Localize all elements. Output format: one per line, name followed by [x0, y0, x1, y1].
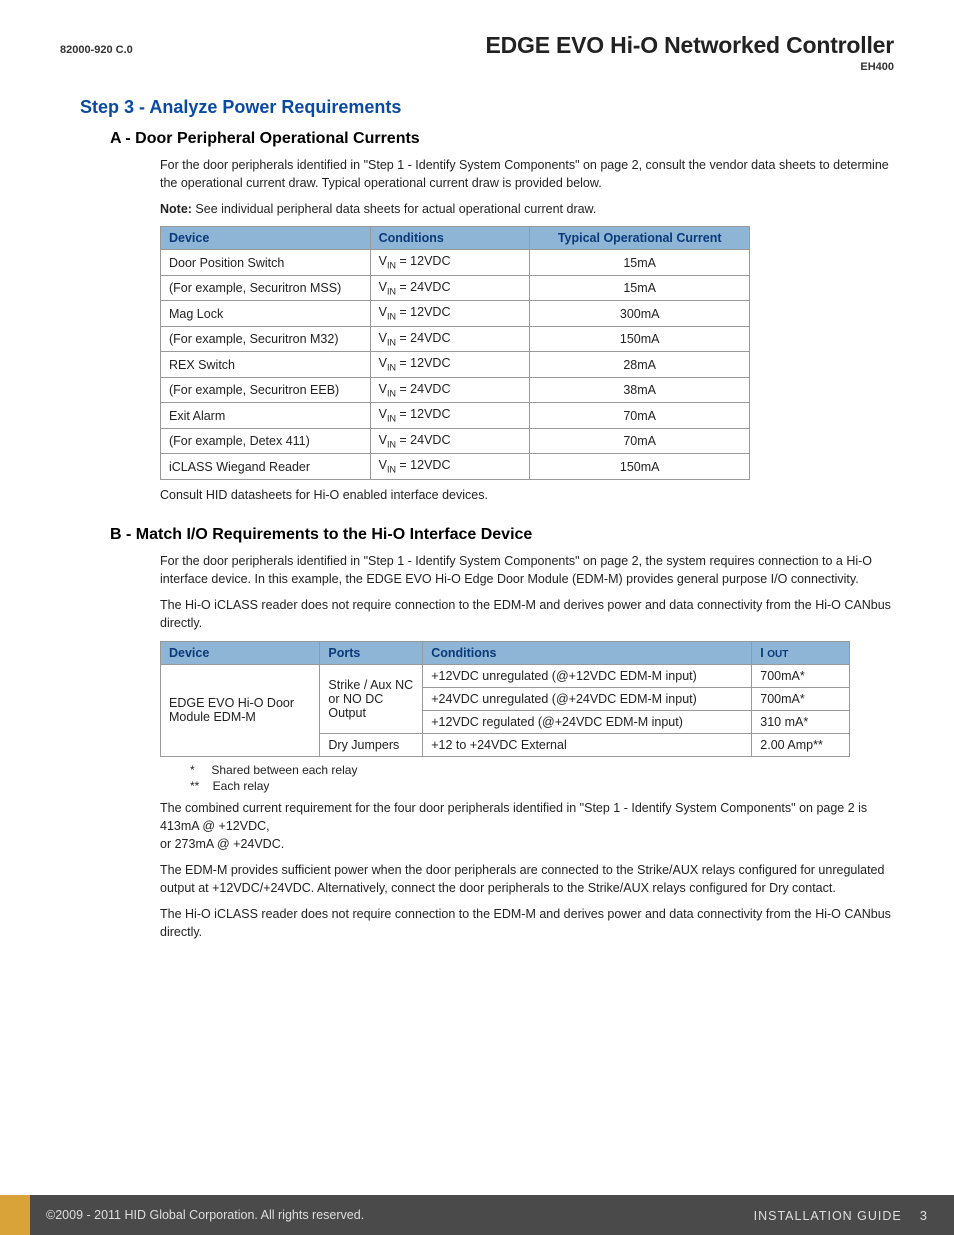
- step-heading: Step 3 - Analyze Power Requirements: [80, 97, 894, 118]
- table-a-h3: Typical Operational Current: [530, 227, 750, 250]
- table-a-condition: VIN = 24VDC: [370, 377, 530, 403]
- header-row: 82000-920 C.0 EDGE EVO Hi-O Networked Co…: [60, 32, 894, 59]
- section-a-after: Consult HID datasheets for Hi-O enabled …: [160, 486, 894, 504]
- table-b-h4: I OUT: [752, 641, 850, 664]
- table-a-header-row: Device Conditions Typical Operational Cu…: [161, 227, 750, 250]
- note-label: Note:: [160, 202, 192, 216]
- table-a-device: (For example, Securitron MSS): [161, 275, 371, 301]
- document-code: 82000-920 C.0: [60, 44, 133, 56]
- table-a-current: 28mA: [530, 352, 750, 378]
- footer-page-number: 3: [920, 1208, 928, 1223]
- section-b-paragraph-5: The Hi-O iCLASS reader does not require …: [160, 905, 894, 941]
- table-a-current: 70mA: [530, 403, 750, 429]
- table-b-h4-sub: OUT: [767, 649, 788, 660]
- table-a-current: 38mA: [530, 377, 750, 403]
- table-b-h1: Device: [161, 641, 320, 664]
- section-b-heading: B - Match I/O Requirements to the Hi-O I…: [110, 526, 894, 544]
- table-a-condition: VIN = 12VDC: [370, 352, 530, 378]
- table-a-h1: Device: [161, 227, 371, 250]
- table-b-iout: 700mA*: [752, 664, 850, 687]
- table-b-port-2: Dry Jumpers: [320, 733, 423, 756]
- section-b-paragraph-2: The Hi-O iCLASS reader does not require …: [160, 596, 894, 632]
- section-b-paragraph-3: The combined current requirement for the…: [160, 799, 894, 853]
- table-a-condition: VIN = 24VDC: [370, 428, 530, 454]
- table-a-row: iCLASS Wiegand ReaderVIN = 12VDC150mA: [161, 454, 750, 480]
- footer-right: INSTALLATION GUIDE 3: [754, 1208, 928, 1223]
- footer-guide-label: INSTALLATION GUIDE: [754, 1209, 902, 1223]
- table-b-cond: +24VDC unregulated (@+24VDC EDM-M input): [423, 687, 752, 710]
- table-b-cond: +12VDC unregulated (@+12VDC EDM-M input): [423, 664, 752, 687]
- table-a-device: (For example, Securitron M32): [161, 326, 371, 352]
- table-a-device: (For example, Detex 411): [161, 428, 371, 454]
- table-a-condition: VIN = 12VDC: [370, 250, 530, 276]
- footer-bar: ©2009 - 2011 HID Global Corporation. All…: [30, 1195, 954, 1235]
- table-b-device: EDGE EVO Hi-O Door Module EDM-M: [161, 664, 320, 756]
- section-b-paragraph-4: The EDM-M provides sufficient power when…: [160, 861, 894, 897]
- table-a-current: 150mA: [530, 454, 750, 480]
- table-b-cond: +12 to +24VDC External: [423, 733, 752, 756]
- table-a-current: 15mA: [530, 275, 750, 301]
- table-a-current: 300mA: [530, 301, 750, 327]
- table-b-row: EDGE EVO Hi-O Door Module EDM-M Strike /…: [161, 664, 850, 687]
- table-b-h3: Conditions: [423, 641, 752, 664]
- table-a: Device Conditions Typical Operational Cu…: [160, 226, 750, 480]
- footer-accent-bar: [0, 1195, 30, 1235]
- table-a-row: (For example, Securitron M32)VIN = 24VDC…: [161, 326, 750, 352]
- table-a-device: Door Position Switch: [161, 250, 371, 276]
- note-text: See individual peripheral data sheets fo…: [192, 202, 596, 216]
- table-a-row: (For example, Securitron MSS)VIN = 24VDC…: [161, 275, 750, 301]
- table-a-condition: VIN = 12VDC: [370, 403, 530, 429]
- table-a-row: Exit AlarmVIN = 12VDC70mA: [161, 403, 750, 429]
- table-a-device: (For example, Securitron EEB): [161, 377, 371, 403]
- table-a-condition: VIN = 12VDC: [370, 301, 530, 327]
- section-b-paragraph-1: For the door peripherals identified in "…: [160, 552, 894, 588]
- table-b: Device Ports Conditions I OUT EDGE EVO H…: [160, 641, 850, 757]
- table-a-row: REX SwitchVIN = 12VDC28mA: [161, 352, 750, 378]
- table-a-condition: VIN = 24VDC: [370, 326, 530, 352]
- table-a-row: Mag LockVIN = 12VDC300mA: [161, 301, 750, 327]
- table-a-current: 15mA: [530, 250, 750, 276]
- table-b-h2: Ports: [320, 641, 423, 664]
- document-subtitle: EH400: [60, 61, 894, 73]
- table-b-header-row: Device Ports Conditions I OUT: [161, 641, 850, 664]
- table-a-h2: Conditions: [370, 227, 530, 250]
- table-a-device: iCLASS Wiegand Reader: [161, 454, 371, 480]
- table-a-current: 150mA: [530, 326, 750, 352]
- table-a-device: Exit Alarm: [161, 403, 371, 429]
- table-b-iout: 310 mA*: [752, 710, 850, 733]
- page: 82000-920 C.0 EDGE EVO Hi-O Networked Co…: [0, 0, 954, 1235]
- table-b-cond: +12VDC regulated (@+24VDC EDM-M input): [423, 710, 752, 733]
- table-a-device: Mag Lock: [161, 301, 371, 327]
- section-a-note: Note: See individual peripheral data she…: [160, 200, 894, 218]
- table-a-device: REX Switch: [161, 352, 371, 378]
- table-a-row: (For example, Detex 411)VIN = 24VDC70mA: [161, 428, 750, 454]
- section-a-heading: A - Door Peripheral Operational Currents: [110, 130, 894, 148]
- footnote-1: * Shared between each relay: [190, 763, 894, 777]
- table-a-condition: VIN = 12VDC: [370, 454, 530, 480]
- table-b-port-1: Strike / Aux NC or NO DC Output: [320, 664, 423, 733]
- section-a-paragraph-1: For the door peripherals identified in "…: [160, 156, 894, 192]
- table-a-current: 70mA: [530, 428, 750, 454]
- footnote-2: ** Each relay: [190, 779, 894, 793]
- document-title: EDGE EVO Hi-O Networked Controller: [485, 32, 894, 59]
- table-a-row: (For example, Securitron EEB)VIN = 24VDC…: [161, 377, 750, 403]
- table-b-iout: 2.00 Amp**: [752, 733, 850, 756]
- table-b-iout: 700mA*: [752, 687, 850, 710]
- table-a-condition: VIN = 24VDC: [370, 275, 530, 301]
- footer-copyright: ©2009 - 2011 HID Global Corporation. All…: [46, 1208, 364, 1222]
- table-a-row: Door Position SwitchVIN = 12VDC15mA: [161, 250, 750, 276]
